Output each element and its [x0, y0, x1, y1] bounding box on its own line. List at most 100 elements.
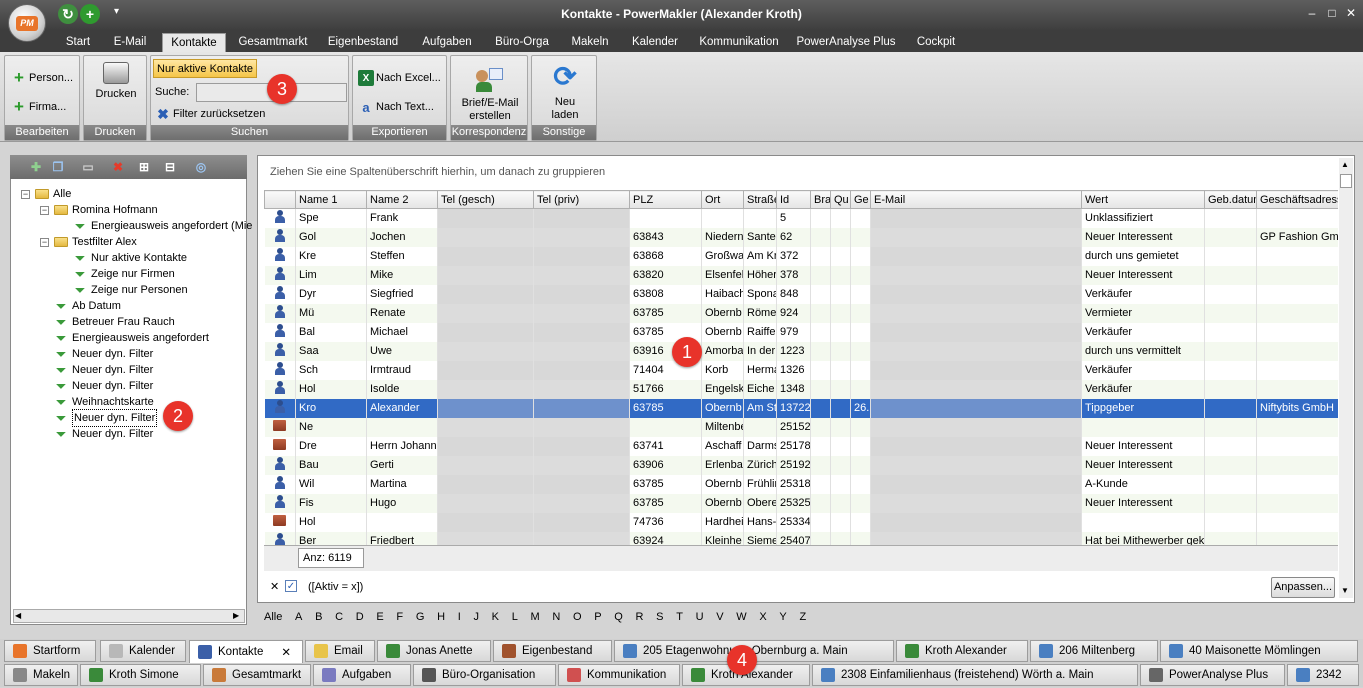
export-excel-button[interactable]: X Nach Excel...: [358, 70, 441, 86]
table-cell[interactable]: 25318: [776, 474, 811, 494]
redacted-cell[interactable]: [870, 436, 1082, 456]
table-cell[interactable]: 848: [776, 284, 811, 304]
table-cell[interactable]: Obernb: [701, 474, 744, 494]
redacted-cell[interactable]: [870, 322, 1082, 342]
table-cell[interactable]: 74736: [629, 512, 702, 532]
redacted-cell[interactable]: [533, 322, 630, 342]
table-cell[interactable]: Hans-: [743, 512, 777, 532]
tree-copy-icon[interactable]: ❐: [50, 159, 66, 175]
table-cell[interactable]: Bal: [295, 322, 367, 342]
redacted-cell[interactable]: [533, 341, 630, 361]
table-cell[interactable]: [366, 512, 438, 532]
tree-horizontal-scrollbar[interactable]: ◀ ▶: [13, 609, 245, 623]
table-cell[interactable]: [830, 493, 851, 513]
table-cell[interactable]: Neuer Interessent: [1081, 227, 1205, 247]
table-cell[interactable]: [1256, 436, 1338, 456]
document-tab[interactable]: Kalender: [100, 640, 186, 662]
redacted-cell[interactable]: [870, 531, 1082, 545]
table-cell[interactable]: [830, 303, 851, 323]
table-cell[interactable]: Martina: [366, 474, 438, 494]
table-cell[interactable]: Jochen: [366, 227, 438, 247]
tab-poweranalyse-plus[interactable]: PowerAnalyse Plus: [792, 33, 900, 52]
table-cell[interactable]: [850, 341, 871, 361]
redacted-cell[interactable]: [870, 265, 1082, 285]
document-tab[interactable]: Jonas Anette: [377, 640, 491, 662]
column-header[interactable]: Geb.datum: [1204, 190, 1257, 209]
scroll-up-icon[interactable]: ▲: [1341, 160, 1349, 169]
table-cell[interactable]: [850, 246, 871, 266]
tree-node-alle[interactable]: Alle: [34, 186, 71, 202]
redacted-cell[interactable]: [533, 265, 630, 285]
table-cell[interactable]: Isolde: [366, 379, 438, 399]
table-cell[interactable]: Neuer Interessent: [1081, 455, 1205, 475]
table-cell[interactable]: 25152: [776, 417, 811, 437]
alphabet-filter-y[interactable]: Y: [779, 611, 786, 627]
document-tab[interactable]: Kroth Simone: [80, 664, 201, 686]
redacted-cell[interactable]: [870, 455, 1082, 475]
table-cell[interactable]: Fis: [295, 493, 367, 513]
table-cell[interactable]: Gerti: [366, 455, 438, 475]
table-cell[interactable]: [810, 227, 831, 247]
table-cell[interactable]: 63820: [629, 265, 702, 285]
table-cell[interactable]: Neuer Interessent: [1081, 436, 1205, 456]
table-cell[interactable]: [1256, 531, 1338, 545]
table-cell[interactable]: Michael: [366, 322, 438, 342]
table-cell[interactable]: Eiche: [743, 379, 777, 399]
table-cell[interactable]: GP Fashion Gmb: [1256, 227, 1338, 247]
table-cell[interactable]: [830, 474, 851, 494]
redacted-cell[interactable]: [533, 284, 630, 304]
column-header[interactable]: Geschäftsadress: [1256, 190, 1338, 209]
table-cell[interactable]: Obere: [743, 493, 777, 513]
table-cell[interactable]: [1204, 455, 1257, 475]
table-cell[interactable]: [1204, 341, 1257, 361]
alphabet-filter-o[interactable]: O: [573, 611, 582, 627]
table-cell[interactable]: [1204, 531, 1257, 545]
maximize-icon[interactable]: □: [1324, 6, 1340, 20]
redacted-cell[interactable]: [533, 360, 630, 380]
table-cell[interactable]: Vermieter: [1081, 303, 1205, 323]
tab-makeln[interactable]: Makeln: [563, 33, 617, 52]
document-tab[interactable]: Makeln: [4, 664, 78, 686]
table-cell[interactable]: [743, 417, 777, 437]
minimize-icon[interactable]: –: [1304, 6, 1320, 20]
redacted-cell[interactable]: [437, 417, 534, 437]
redacted-cell[interactable]: [870, 360, 1082, 380]
alphabet-filter-h[interactable]: H: [437, 611, 445, 627]
table-cell[interactable]: [1204, 227, 1257, 247]
reload-button[interactable]: ⟳ Neu laden: [534, 62, 596, 122]
tab-start[interactable]: Start: [56, 33, 100, 52]
redacted-cell[interactable]: [437, 246, 534, 266]
table-cell[interactable]: [1256, 417, 1338, 437]
table-cell[interactable]: [850, 455, 871, 475]
scroll-thumb[interactable]: [1340, 174, 1352, 188]
table-cell[interactable]: [1204, 208, 1257, 228]
alphabet-filter-g[interactable]: G: [416, 611, 425, 627]
table-cell[interactable]: [1256, 379, 1338, 399]
table-cell[interactable]: 979: [776, 322, 811, 342]
table-cell[interactable]: [850, 474, 871, 494]
redacted-cell[interactable]: [533, 303, 630, 323]
table-row[interactable]: Bau Gerti 63906 Erlenba Zürich 25192 Neuer Int…: [264, 455, 1338, 475]
table-cell[interactable]: Obernb: [701, 322, 744, 342]
tab-kalender[interactable]: Kalender: [624, 33, 686, 52]
table-cell[interactable]: Hat bei Mithewerber gek: [1081, 531, 1205, 545]
alphabet-filter-a[interactable]: A: [295, 611, 302, 627]
table-cell[interactable]: [1204, 322, 1257, 342]
redacted-cell[interactable]: [437, 322, 534, 342]
table-row[interactable]: Saa Uwe 63916 Amorba In der 1223 durch uns ver…: [264, 341, 1338, 361]
table-cell[interactable]: Neuer Interessent: [1081, 265, 1205, 285]
document-tab[interactable]: 40 Maisonette Mömlingen: [1160, 640, 1358, 662]
table-cell[interactable]: [1204, 360, 1257, 380]
table-row[interactable]: Hol Isolde 51766 Engelsk Eiche 1348 Verkäufer: [264, 379, 1338, 399]
table-cell[interactable]: Irmtraud: [366, 360, 438, 380]
table-cell[interactable]: [830, 379, 851, 399]
tree-expand-icon[interactable]: ⊞: [136, 159, 152, 175]
table-cell[interactable]: [1256, 284, 1338, 304]
alphabet-filter-l[interactable]: L: [512, 611, 518, 627]
table-cell[interactable]: Siegfried: [366, 284, 438, 304]
table-cell[interactable]: Lim: [295, 265, 367, 285]
table-cell[interactable]: Alexander: [366, 398, 438, 418]
tab-kommunikation[interactable]: Kommunikation: [693, 33, 785, 52]
redacted-cell[interactable]: [437, 455, 534, 475]
scroll-down-icon[interactable]: ▼: [1341, 586, 1349, 595]
